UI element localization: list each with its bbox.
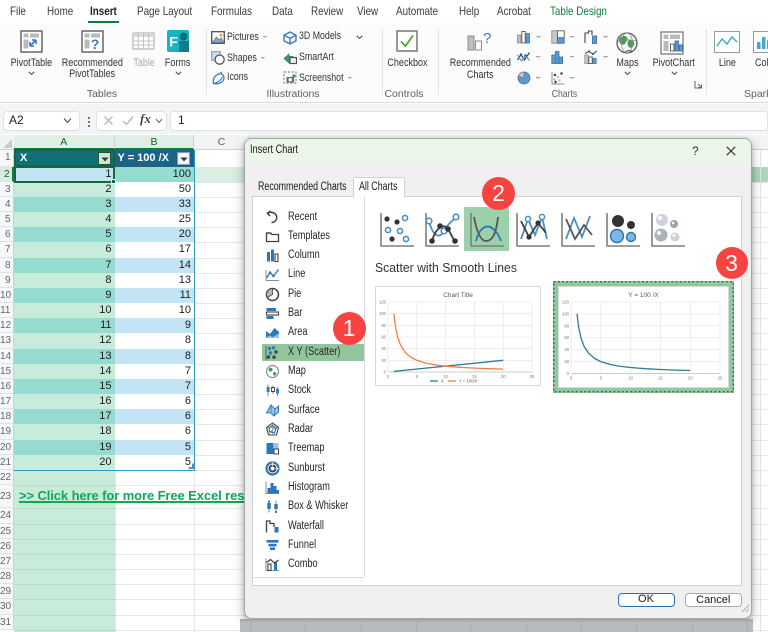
svg-text:20: 20 — [381, 357, 386, 362]
svg-text:F: F — [169, 34, 178, 50]
svg-text:25: 25 — [530, 374, 535, 379]
svg-text:120: 120 — [379, 299, 387, 304]
svg-text:X: X — [441, 378, 444, 383]
svg-text:40: 40 — [381, 346, 386, 351]
svg-text:Chart Title: Chart Title — [443, 292, 473, 299]
svg-text:Y = 100/X: Y = 100/X — [459, 378, 478, 383]
svg-text:20: 20 — [501, 374, 506, 379]
svg-text:5: 5 — [416, 374, 419, 379]
svg-text:?: ? — [91, 36, 100, 52]
svg-text:10: 10 — [443, 374, 448, 379]
svg-text:0: 0 — [387, 374, 390, 379]
svg-text:60: 60 — [381, 334, 386, 339]
svg-text:?: ? — [483, 31, 491, 47]
svg-text:80: 80 — [381, 322, 386, 327]
svg-text:100: 100 — [379, 311, 387, 316]
